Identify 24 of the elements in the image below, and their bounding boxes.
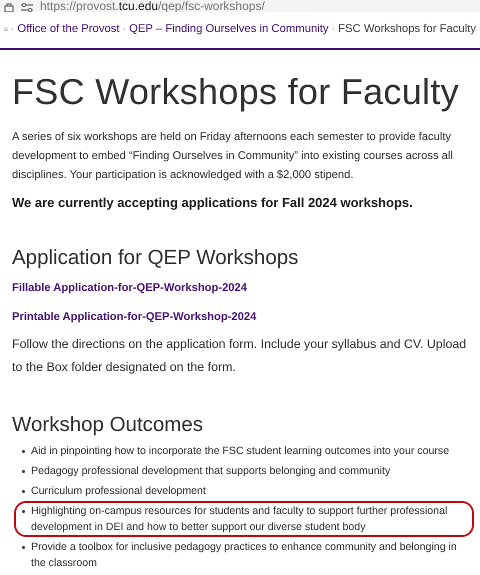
instructions-paragraph: Follow the directions on the application form. Include your syllabus and CV. Upload to the Box folder designated on the form.: [12, 336, 468, 376]
application-link[interactable]: Printable Application-for-QEP-Workshop-2024: [12, 310, 256, 323]
notice-text: We are currently accepting applications for Fall 2024 workshops.: [12, 194, 414, 210]
bullet-icon: [22, 546, 25, 549]
breadcrumb-link[interactable]: QEP – Finding Ourselves in Community: [129, 23, 329, 35]
home-icon[interactable]: [4, 24, 8, 34]
intro-paragraph: A series of six workshops are held on Friday afternoons each semester to provide faculty development to embed “Finding Ourselves in Community” into existing courses across all disciplines. Your participation is acknowledged with a $2,000 stipend.: [12, 130, 454, 183]
page-title: FSC Workshops for Faculty: [12, 72, 460, 112]
breadcrumb-current: FSC Workshops for Faculty: [338, 23, 476, 35]
section-heading: Workshop Outcomes: [12, 412, 204, 437]
bullet-icon: [22, 450, 25, 453]
site-settings-icon[interactable]: [20, 3, 34, 12]
bullet-icon: [22, 470, 25, 473]
lock-icon: [4, 3, 14, 12]
breadcrumb-link[interactable]: Office of the Provost: [17, 23, 120, 35]
outcome-item: Pedagogy professional development that supports belonging and community: [31, 464, 390, 479]
outcome-item: Provide a toolbox for inclusive pedagogy practices to enhance community and belonging in the classroom: [31, 540, 458, 571]
outcome-item: Highlighting on-campus resources for students and faculty to support further professional development in DEI and how to better support our diverse student body: [31, 504, 448, 535]
section-heading: Application for QEP Workshops: [12, 246, 300, 270]
outcome-item: Aid in pinpointing how to incorporate the FSC student learning outcomes into your course: [31, 444, 450, 459]
bullet-icon: [22, 490, 25, 493]
application-link[interactable]: Fillable Application-for-QEP-Workshop-2024: [12, 282, 247, 294]
outcome-item: Curriculum professional development: [31, 484, 206, 499]
bullet-icon: [22, 510, 25, 513]
